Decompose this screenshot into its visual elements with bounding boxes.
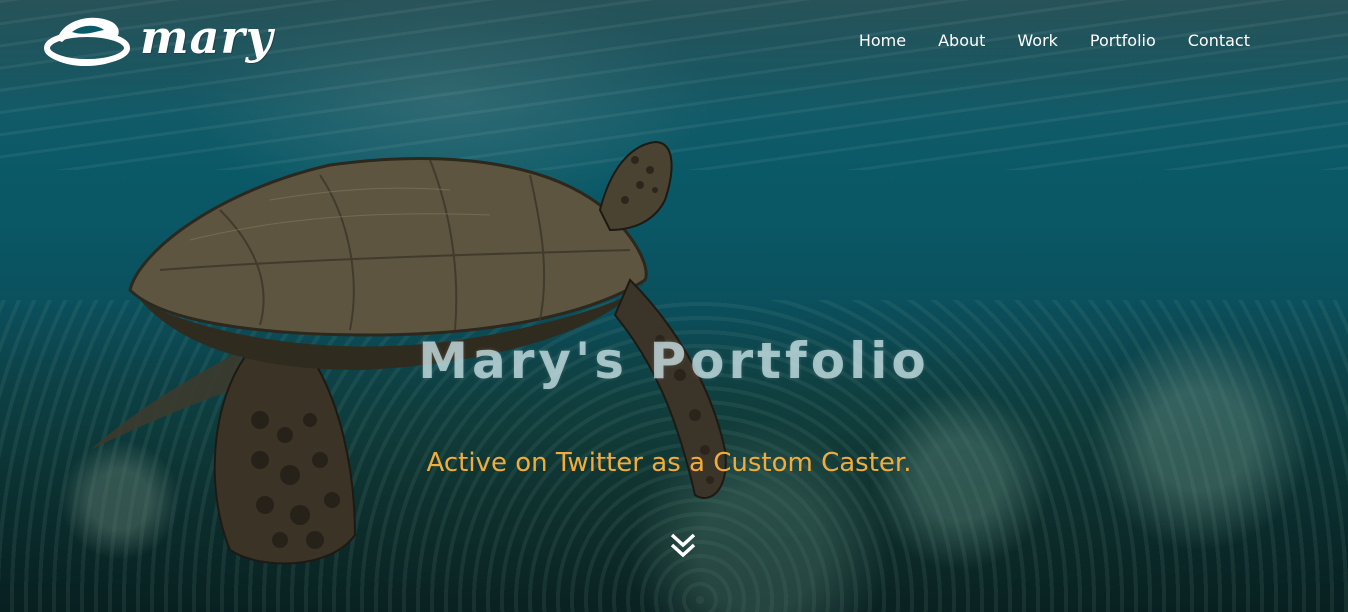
nav-portfolio[interactable]: Portfolio <box>1090 31 1156 50</box>
nav-work[interactable]: Work <box>1017 31 1058 50</box>
nav-contact[interactable]: Contact <box>1188 31 1250 50</box>
turtle-logo-icon <box>44 17 130 67</box>
hero-section: mary Home About Work Portfolio Contact M… <box>0 0 1348 612</box>
hero-title: Mary's Portfolio <box>418 332 930 390</box>
brand-logo[interactable]: mary <box>42 10 273 70</box>
nav-home[interactable]: Home <box>859 31 906 50</box>
hero-tagline: Active on Twitter as a Custom Caster. <box>426 448 912 478</box>
nav-about[interactable]: About <box>938 31 985 50</box>
main-navigation: Home About Work Portfolio Contact <box>859 31 1250 50</box>
double-chevron-down-icon[interactable] <box>669 532 697 560</box>
brand-name: mary <box>140 10 274 64</box>
